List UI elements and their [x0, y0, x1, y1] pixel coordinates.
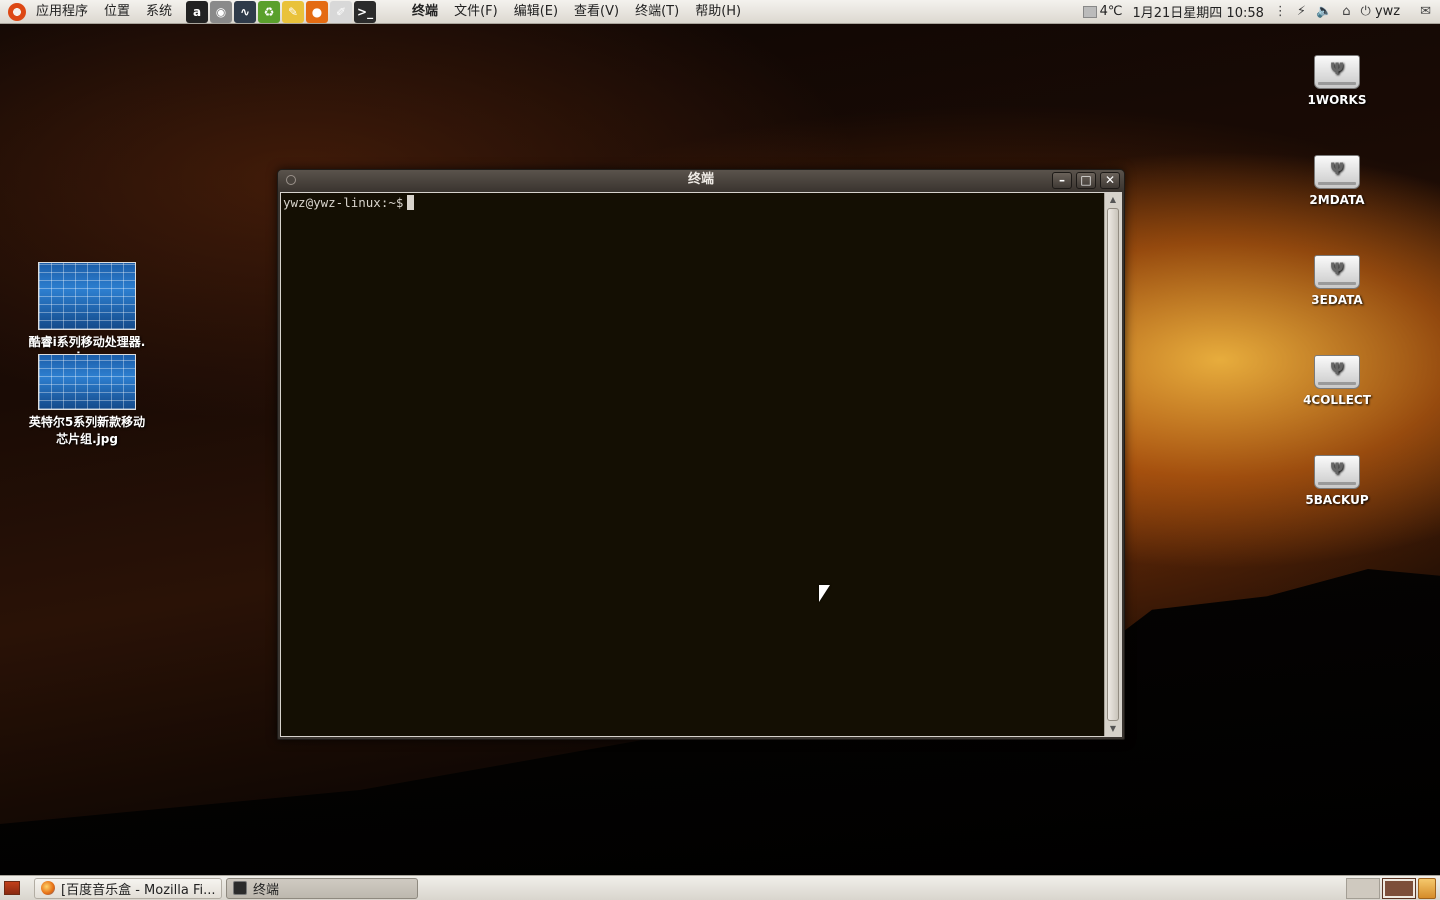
workspace-1[interactable]: [1346, 877, 1380, 899]
drive-label: 4COLLECT: [1303, 393, 1371, 407]
window-titlebar[interactable]: 终端 – □ ✕: [278, 170, 1124, 191]
mail-icon[interactable]: ✉: [1415, 4, 1436, 19]
system-tray: 4℃ 1月21日星期四 10:58 ⋮ ⚡ 🔈 ⌂ ⏻ ywz ✉: [1078, 0, 1440, 24]
camera-icon[interactable]: ◉: [210, 0, 233, 23]
desktop-file-cpu-jpg[interactable]: 酷睿i系列移动处理器. jpg: [12, 262, 162, 366]
workspace-switcher: [1346, 877, 1436, 899]
terminal-window: 终端 – □ ✕ ywz@ywz-linux:~$ ▲ ▼: [277, 169, 1125, 740]
window-controls: – □ ✕: [1052, 172, 1120, 189]
username-label: ywz: [1374, 4, 1401, 19]
window-menu-icon[interactable]: [286, 175, 296, 185]
minimize-button[interactable]: –: [1052, 172, 1072, 189]
firefox-icon: [41, 881, 55, 895]
maximize-button[interactable]: □: [1076, 172, 1096, 189]
taskbar-item-firefox[interactable]: [百度音乐盒 - Mozilla Fi...: [34, 877, 222, 899]
launcher-bar: a ◉ ∿ ♻ ✎ ● ✐ >_: [186, 0, 377, 23]
scroll-thumb[interactable]: [1107, 208, 1119, 721]
trash-icon[interactable]: [1418, 877, 1436, 899]
drive-5backup[interactable]: Ψ 5BACKUP: [1292, 455, 1382, 507]
user-switcher[interactable]: ⏻ ywz: [1356, 4, 1406, 19]
shell-prompt: ywz@ywz-linux:~$: [283, 195, 404, 210]
system-menu[interactable]: 系统: [138, 0, 180, 24]
text-cursor: [407, 195, 415, 210]
app-menu-terminal[interactable]: 终端(T): [627, 0, 687, 24]
app-menu-file[interactable]: 文件(F): [446, 0, 506, 24]
drive-3edata[interactable]: Ψ 3EDATA: [1292, 255, 1382, 307]
system-monitor-icon[interactable]: ∿: [234, 0, 257, 23]
mouse-pointer-icon: [819, 585, 830, 602]
drive-label: 3EDATA: [1311, 293, 1363, 307]
recycle-icon[interactable]: ♻: [258, 0, 281, 23]
drive-label: 2MDATA: [1309, 193, 1365, 207]
vertical-scrollbar[interactable]: ▲ ▼: [1104, 193, 1121, 736]
usb-drive-icon: Ψ: [1314, 55, 1360, 89]
terminal-output: ywz@ywz-linux:~$: [283, 195, 415, 210]
network-icon[interactable]: ⚡: [1292, 4, 1311, 19]
weather-applet[interactable]: 4℃: [1078, 4, 1128, 19]
show-desktop-icon[interactable]: [4, 881, 20, 895]
clock[interactable]: 1月21日星期四 10:58: [1127, 2, 1268, 21]
amarok-icon[interactable]: a: [186, 0, 209, 23]
volume-icon[interactable]: 🔈: [1311, 4, 1337, 19]
weather-icon: [1082, 5, 1097, 18]
drive-1works[interactable]: Ψ 1WORKS: [1292, 55, 1382, 107]
file-label-line1: 英特尔5系列新款移动: [28, 415, 146, 429]
usb-drive-icon: Ψ: [1314, 155, 1360, 189]
firefox-icon[interactable]: ●: [306, 0, 329, 23]
scroll-down-icon[interactable]: ▼: [1105, 722, 1121, 736]
usb-drive-icon: Ψ: [1314, 255, 1360, 289]
task-label: [百度音乐盒 - Mozilla Fi...: [61, 882, 216, 898]
app-menu-help[interactable]: 帮助(H): [687, 0, 749, 24]
terminal-icon[interactable]: >_: [354, 0, 377, 23]
usb-drive-icon: Ψ: [1314, 355, 1360, 389]
app-menu-view[interactable]: 查看(V): [566, 0, 627, 24]
power-icon: ⏻: [1360, 4, 1371, 19]
drive-label: 5BACKUP: [1305, 493, 1369, 507]
image-thumbnail-icon: [38, 354, 136, 410]
places-menu[interactable]: 位置: [96, 0, 138, 24]
usb-drive-icon: Ψ: [1314, 455, 1360, 489]
app-menubar: 终端 文件(F) 编辑(E) 查看(V) 终端(T) 帮助(H): [404, 0, 749, 24]
app-menu-edit[interactable]: 编辑(E): [506, 0, 566, 24]
applications-menu[interactable]: 应用程序: [28, 0, 96, 24]
wired-network-icon[interactable]: ⌂: [1337, 4, 1355, 19]
task-label: 终端: [253, 882, 280, 898]
drive-2mdata[interactable]: Ψ 2MDATA: [1292, 155, 1382, 207]
drive-4collect[interactable]: Ψ 4COLLECT: [1292, 355, 1382, 407]
ubuntu-logo-icon[interactable]: [8, 2, 26, 21]
app-menu-terminal-title[interactable]: 终端: [404, 0, 446, 24]
image-thumbnail-icon: [38, 262, 136, 330]
temperature-label: 4℃: [1099, 4, 1123, 19]
top-panel: 应用程序 位置 系统 a ◉ ∿ ♻ ✎ ● ✐ >_ 终端 文件(F) 编辑(…: [0, 0, 1440, 24]
scroll-up-icon[interactable]: ▲: [1105, 193, 1121, 207]
workspace-2[interactable]: [1382, 877, 1416, 899]
file-label-line2: 芯片组.jpg: [56, 432, 118, 446]
drag-handle-icon: ⋮: [1273, 4, 1287, 19]
text-editor-icon[interactable]: ✐: [330, 0, 353, 23]
terminal-screen[interactable]: ywz@ywz-linux:~$ ▲ ▼: [280, 192, 1122, 737]
bottom-panel: [百度音乐盒 - Mozilla Fi... 终端: [0, 875, 1440, 900]
terminal-icon: [233, 881, 247, 895]
notes-icon[interactable]: ✎: [282, 0, 305, 23]
close-button[interactable]: ✕: [1100, 172, 1120, 189]
desktop-file-chipset-jpg[interactable]: 英特尔5系列新款移动 芯片组.jpg: [12, 354, 162, 448]
window-title: 终端: [687, 172, 714, 187]
taskbar-item-terminal[interactable]: 终端: [226, 877, 418, 899]
drive-label: 1WORKS: [1307, 93, 1367, 107]
